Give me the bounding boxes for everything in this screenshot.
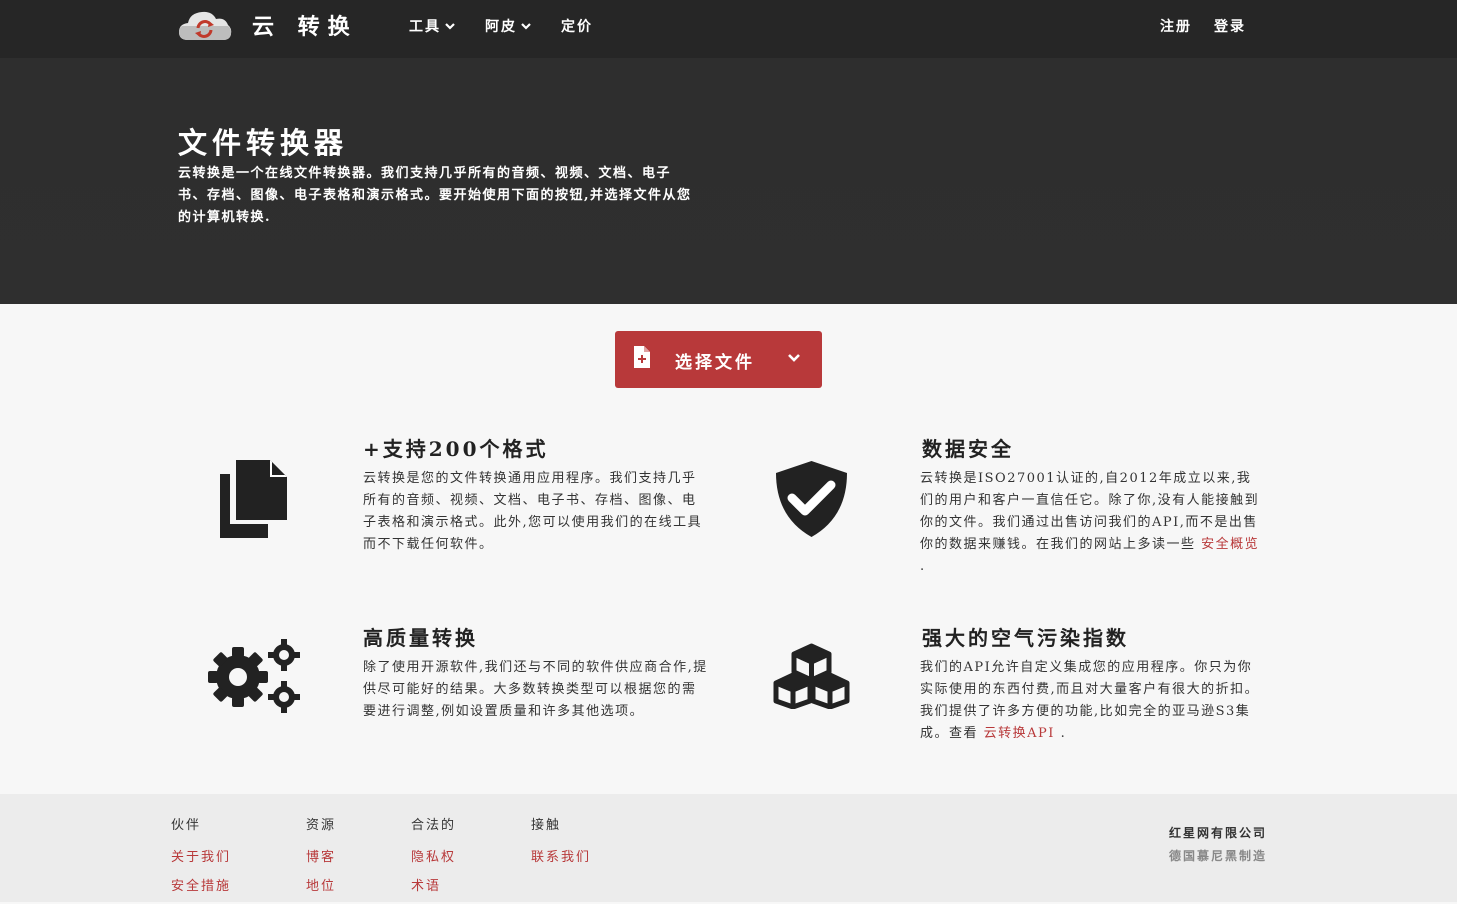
cloud-logo-icon[interactable]	[178, 8, 232, 42]
footer-link-status[interactable]: 地位	[306, 875, 336, 894]
hero-description: 云转换是一个在线文件转换器。我们支持几乎所有的音频、视频、文档、电子书、存档、图…	[178, 166, 692, 225]
select-file-label: 选择文件	[675, 353, 755, 373]
footer-column-contact: 接触 联系我们	[531, 814, 591, 875]
feature-title-security: 数据安全	[922, 437, 1014, 461]
company-info: 红星网有限公司 德国慕尼黑制造	[1169, 824, 1267, 864]
shield-check-icon	[776, 461, 847, 537]
nav-skin-label: 阿皮	[485, 19, 517, 35]
footer-column-resources: 资源 博客 地位	[306, 814, 336, 904]
chevron-down-icon	[445, 23, 455, 30]
chevron-down-icon[interactable]	[787, 353, 801, 363]
feature-title-formats: +支持200个格式	[363, 437, 549, 461]
footer-heading: 接触	[531, 818, 562, 833]
footer-column-legal: 合法的 隐私权 术语	[411, 814, 456, 904]
chevron-down-icon	[521, 23, 531, 30]
footer: 伙伴 关于我们 安全措施 资源 博客 地位 合法的 隐私权 术语 接触 联系我们…	[0, 794, 1457, 902]
footer-heading: 伙伴	[171, 818, 202, 833]
nav-tools-dropdown[interactable]: 工具	[409, 16, 455, 36]
footer-link-about[interactable]: 关于我们	[171, 846, 231, 865]
feature-text-security: 云转换是ISO27001认证的,自2012年成立以来,我们的用户和客户一直信任它…	[920, 468, 1265, 578]
gears-icon	[208, 639, 300, 713]
footer-heading: 资源	[306, 818, 337, 833]
hero-section: 云 转换 工具 阿皮 定价 注册 登录 文件转换器 云转换是一个在线文件转换器。…	[0, 0, 1457, 304]
select-file-button[interactable]: 选择文件	[615, 331, 822, 388]
nav-skin-dropdown[interactable]: 阿皮	[485, 16, 531, 36]
footer-heading: 合法的	[411, 818, 457, 833]
feature-title-quality: 高质量转换	[363, 626, 478, 650]
feature-title-api: 强大的空气污染指数	[922, 626, 1129, 650]
footer-link-blog[interactable]: 博客	[306, 846, 336, 865]
cubes-icon	[773, 643, 850, 709]
footer-link-security[interactable]: 安全措施	[171, 875, 231, 894]
feature-text-api: 我们的API允许自定义集成您的应用程序。你只为你实际使用的东西付费,而且对大量客…	[920, 657, 1265, 745]
footer-link-privacy[interactable]: 隐私权	[411, 846, 456, 865]
footer-column-partners: 伙伴 关于我们 安全措施	[171, 814, 231, 904]
nav-tools-label: 工具	[409, 19, 441, 35]
footer-link-contact[interactable]: 联系我们	[531, 846, 591, 865]
file-add-icon	[634, 346, 650, 368]
security-overview-link[interactable]: 安全概览	[1201, 537, 1259, 552]
company-name: 红星网有限公司	[1168, 826, 1267, 840]
feature-text-api-body: 我们的API允许自定义集成您的应用程序。你只为你实际使用的东西付费,而且对大量客…	[920, 660, 1260, 741]
feature-text-formats: 云转换是您的文件转换通用应用程序。我们支持几乎所有的音频、视频、文档、电子书、存…	[363, 471, 703, 552]
top-navbar: 云 转换 工具 阿皮 定价 注册 登录	[0, 0, 1457, 58]
nav-pricing-link[interactable]: 定价	[561, 16, 593, 36]
footer-link-terms[interactable]: 术语	[411, 875, 456, 894]
page-title: 文件转换器	[178, 126, 349, 160]
files-icon	[220, 460, 287, 538]
signup-link[interactable]: 注册	[1160, 16, 1192, 36]
login-link[interactable]: 登录	[1214, 16, 1246, 36]
feature-text-security-suffix: .	[920, 559, 926, 574]
feature-text-api-suffix: .	[1060, 726, 1067, 741]
api-link[interactable]: 云转换API	[984, 726, 1055, 741]
brand-name[interactable]: 云 转换	[252, 9, 358, 41]
made-in-text: 德国慕尼黑制造	[1168, 849, 1267, 863]
feature-text-quality: 除了使用开源软件,我们还与不同的软件供应商合作,提供尽可能好的结果。大多数转换类…	[363, 660, 708, 719]
